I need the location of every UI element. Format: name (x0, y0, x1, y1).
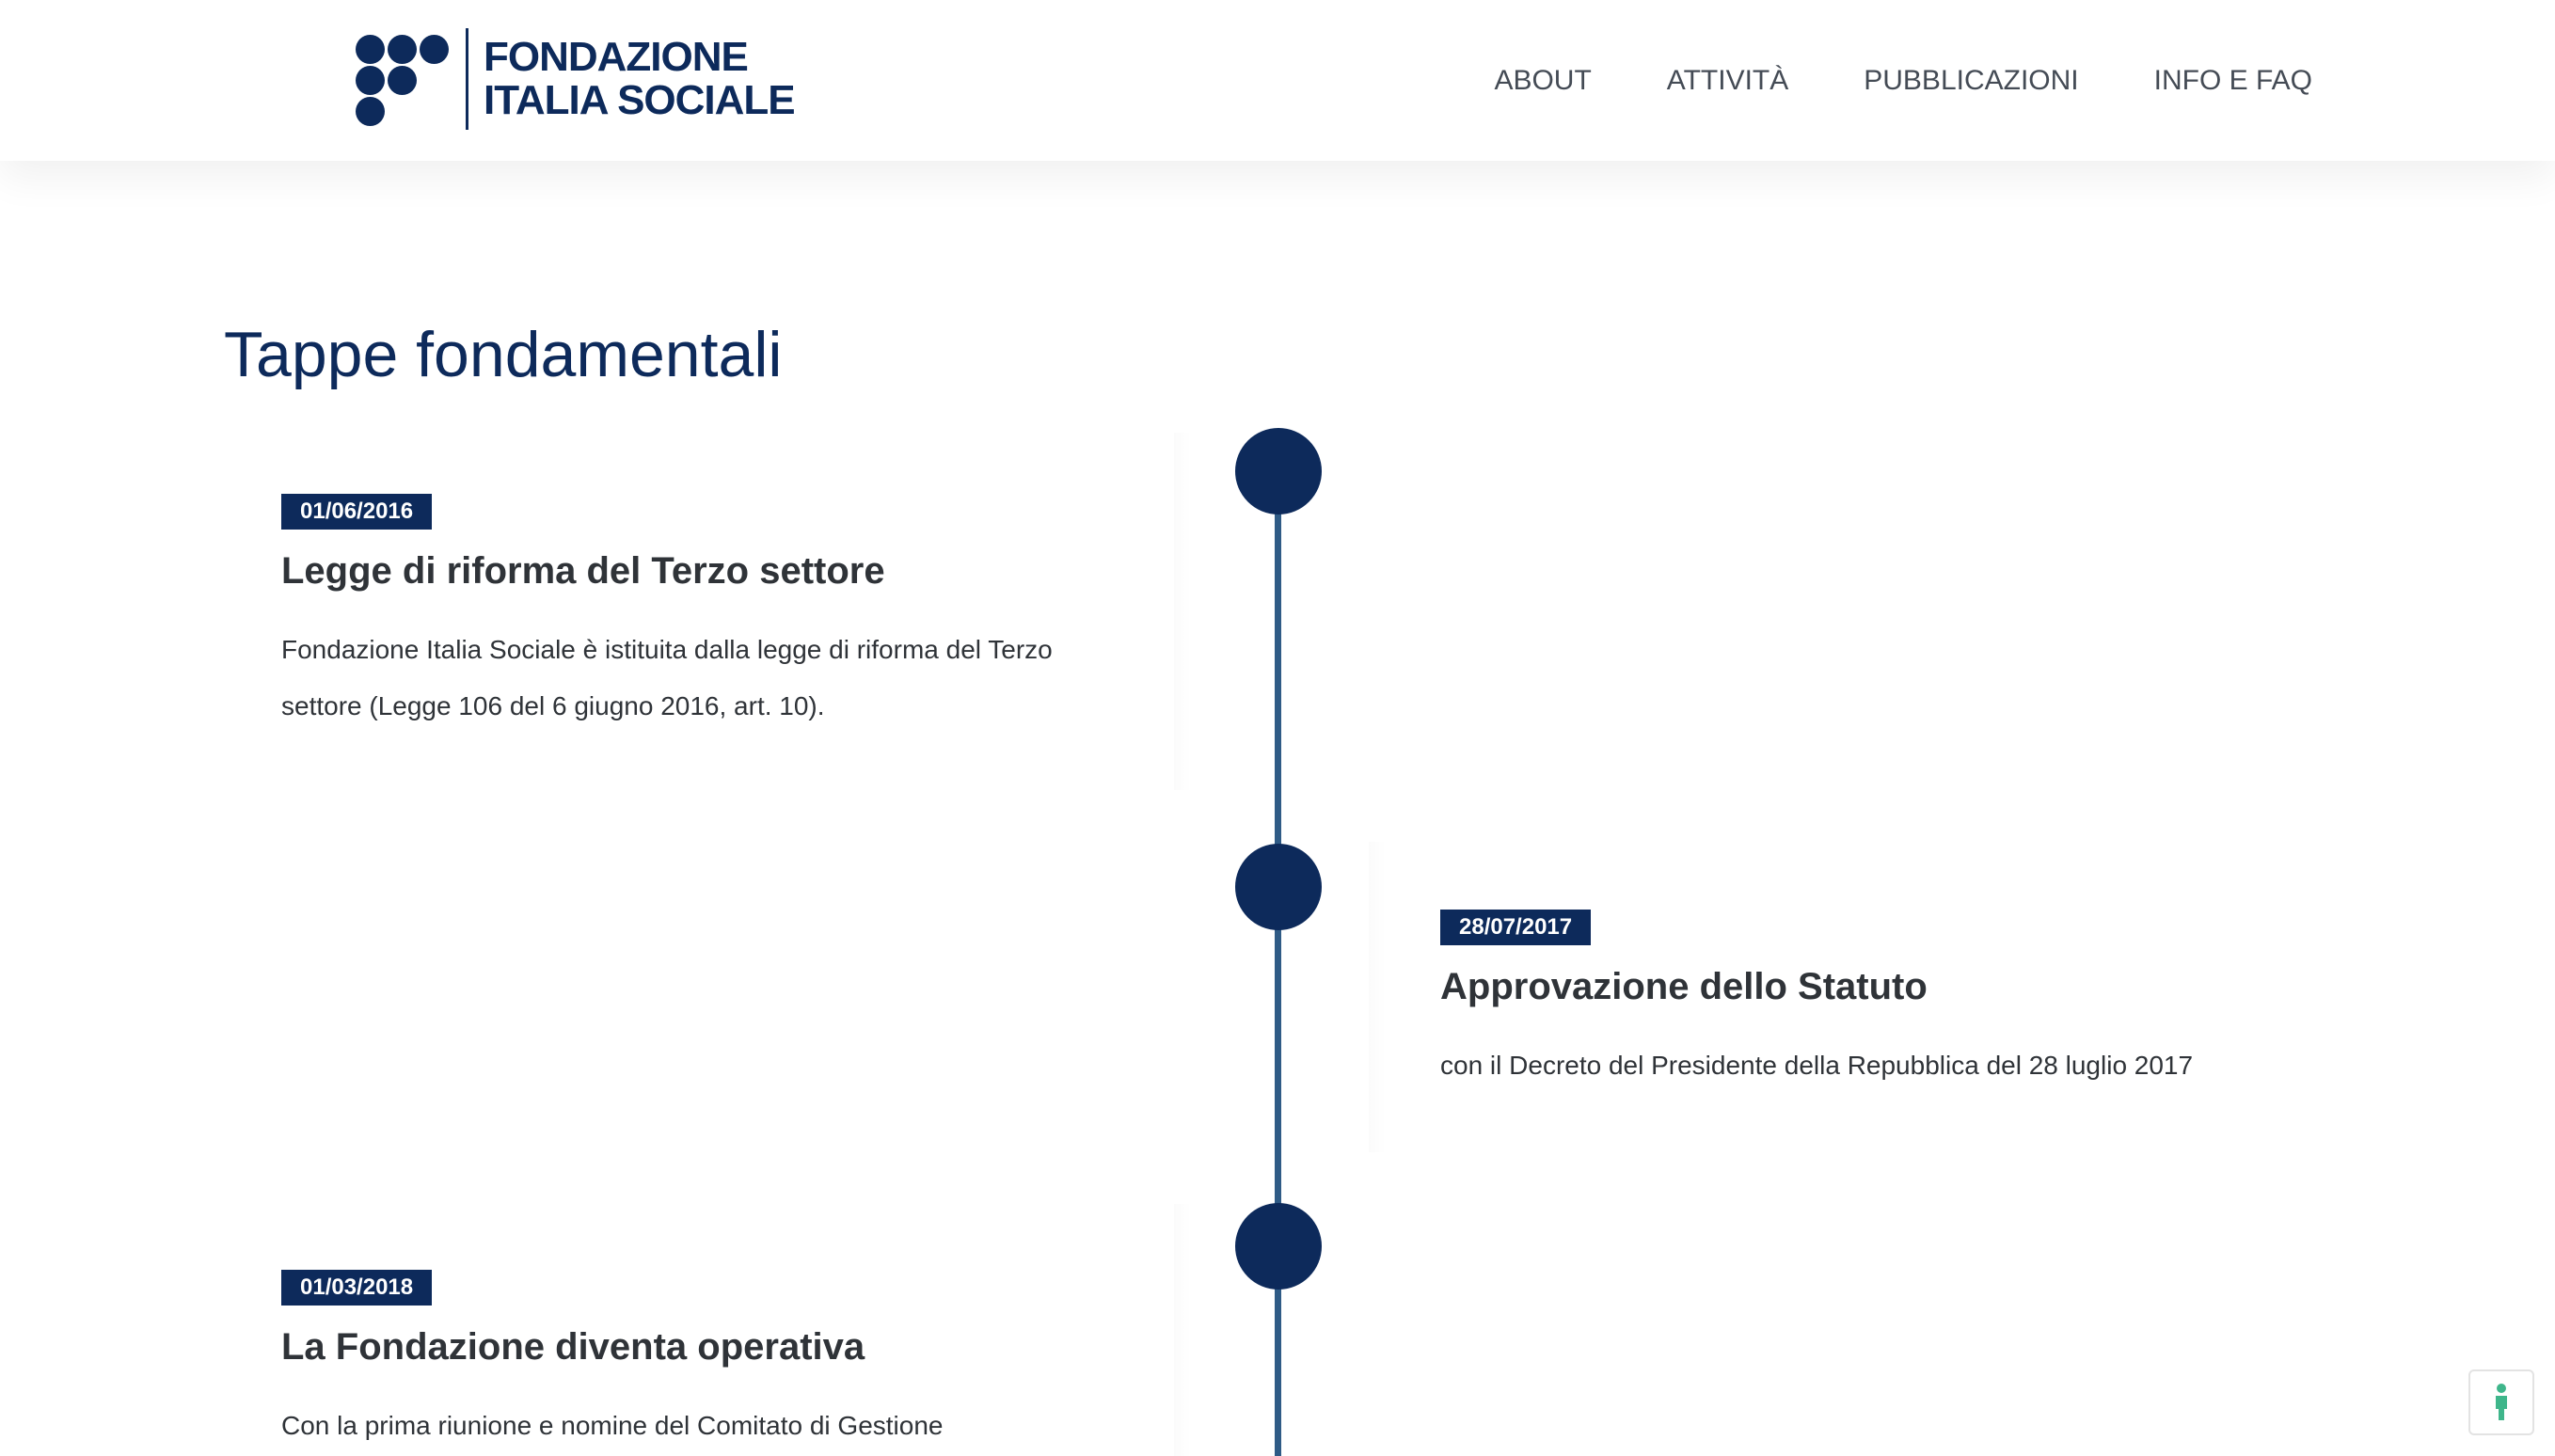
entry-title: Legge di riforma del Terzo settore (281, 550, 885, 592)
logo-line-2: ITALIA SOCIALE (484, 77, 796, 123)
site-header: FONDAZIONE ITALIA SOCIALE ABOUT ATTIVITÀ… (0, 0, 2555, 161)
entry-title: La Fondazione diventa operativa (281, 1326, 865, 1368)
date-badge: 01/03/2018 (281, 1270, 433, 1306)
nav-item-attivita[interactable]: ATTIVITÀ (1667, 65, 1788, 97)
logo-divider (466, 28, 468, 130)
timeline-card-shadow (1174, 1204, 1191, 1456)
nav-item-about[interactable]: ABOUT (1494, 65, 1591, 97)
date-badge: 01/06/2016 (281, 494, 433, 530)
timeline-card-shadow (1174, 433, 1191, 790)
section-title: Tappe fondamentali (224, 319, 783, 390)
timeline-entry: 01/03/2018 La Fondazione diventa operati… (281, 1270, 944, 1454)
entry-text: Con la prima riunione e nomine del Comit… (281, 1411, 944, 1440)
entry-text: con il Decreto del Presidente della Repu… (1440, 1051, 2194, 1080)
timeline-dot (1235, 428, 1322, 514)
logo-dots-icon (353, 30, 451, 128)
nav-item-pubblicazioni[interactable]: PUBBLICAZIONI (1864, 65, 2078, 97)
nav-item-info-faq[interactable]: INFO E FAQ (2154, 65, 2312, 97)
logo-line-1: FONDAZIONE (484, 34, 749, 80)
timeline-entry: 01/06/2016 Legge di riforma del Terzo se… (281, 494, 1109, 735)
timeline-dot (1235, 844, 1322, 930)
date-badge: 28/07/2017 (1440, 910, 1592, 945)
entry-title: Approvazione dello Statuto (1440, 966, 1928, 1007)
site-logo[interactable]: FONDAZIONE ITALIA SOCIALE (353, 26, 796, 132)
timeline-entry: 28/07/2017 Approvazione dello Statuto co… (1440, 910, 2193, 1094)
accessibility-icon (2496, 1384, 2507, 1420)
timeline-dot (1235, 1203, 1322, 1290)
timeline-line (1275, 470, 1281, 1456)
main-nav: ABOUT ATTIVITÀ PUBBLICAZIONI INFO E FAQ (1494, 0, 2312, 161)
entry-text: Fondazione Italia Sociale è istituita da… (281, 635, 1053, 720)
timeline-card-shadow (1369, 842, 1386, 1152)
accessibility-button[interactable] (2468, 1369, 2534, 1435)
logo-wordmark: FONDAZIONE ITALIA SOCIALE (484, 34, 796, 123)
